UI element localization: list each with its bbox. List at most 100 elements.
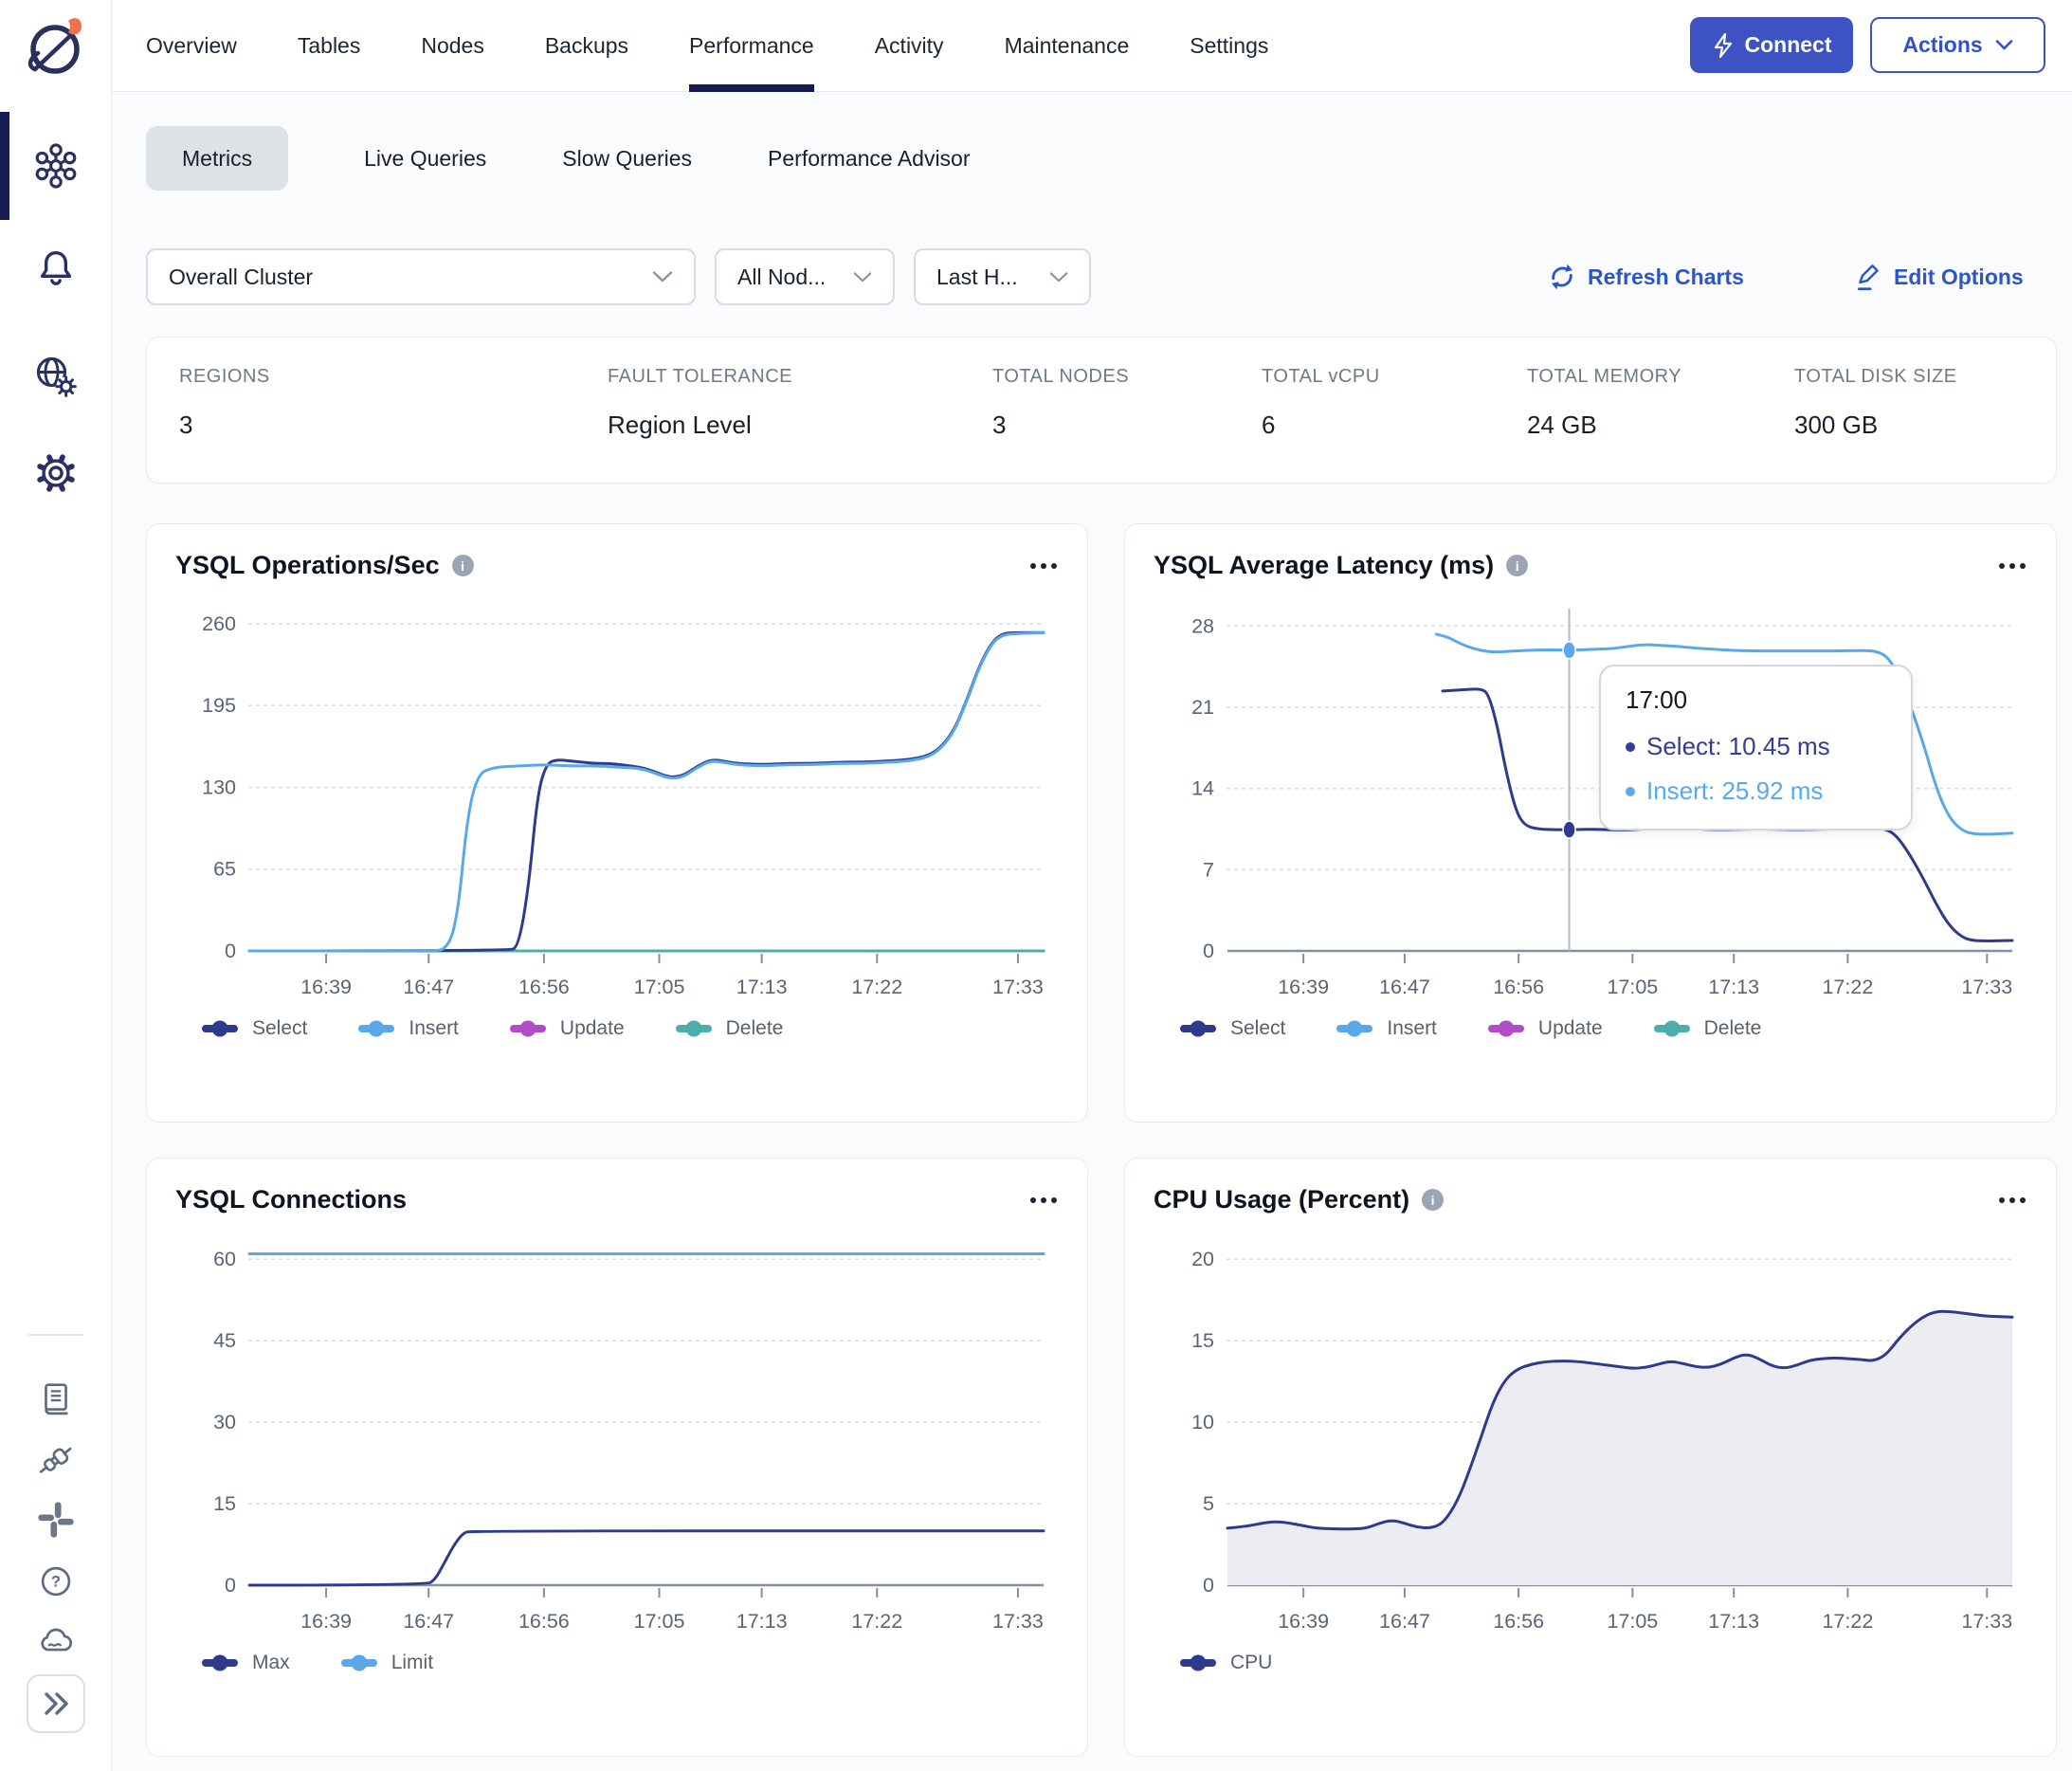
chart-card-cpu-usage: CPU Usage (Percent) i 0 5 10 15 20 16:39 16:47… <box>1124 1158 2057 1757</box>
legend-item-select[interactable]: Select <box>202 1017 307 1040</box>
info-icon[interactable]: i <box>451 555 474 576</box>
stat-value: 6 <box>1262 411 1276 439</box>
tab-tables[interactable]: Tables <box>298 0 360 92</box>
legend-item-limit[interactable]: Limit <box>340 1652 433 1674</box>
svg-text:16:47: 16:47 <box>403 976 454 998</box>
cluster-icon[interactable] <box>0 138 112 193</box>
cpu-usage-chart: 0 5 10 15 20 16:39 16:47 16:56 17:05 17:13 17:22 17… <box>1191 1248 2014 1633</box>
chart-menu-button[interactable] <box>1028 556 1059 576</box>
svg-text:17:22: 17:22 <box>1822 976 1873 998</box>
svg-text:28: 28 <box>1191 614 1214 637</box>
legend-marker <box>202 1020 238 1037</box>
legend-label: Select <box>1230 1017 1286 1039</box>
chevron-down-icon <box>1995 40 2012 50</box>
connect-button[interactable]: Connect <box>1690 17 1853 73</box>
edit-options-button[interactable]: Edit Options <box>1854 258 2024 296</box>
svg-text:195: 195 <box>202 694 236 717</box>
chart-menu-button[interactable] <box>1997 556 2027 576</box>
legend-item-update[interactable]: Update <box>509 1017 625 1040</box>
tab-maintenance[interactable]: Maintenance <box>1005 0 1130 92</box>
legend-marker <box>509 1020 546 1037</box>
sidebar-divider <box>28 1334 83 1336</box>
time-range-value: Last H... <box>936 264 1018 289</box>
svg-text:16:39: 16:39 <box>1278 1610 1329 1633</box>
slack-icon[interactable] <box>0 1492 112 1547</box>
subtab-metrics[interactable]: Metrics <box>146 126 289 191</box>
globe-gear-icon[interactable] <box>0 349 112 404</box>
sidebar: ? <box>0 0 112 1771</box>
subtab-live-queries[interactable]: Live Queries <box>364 146 486 172</box>
plug-icon[interactable] <box>0 1433 112 1488</box>
help-icon[interactable]: ? <box>0 1554 112 1609</box>
svg-text:16:39: 16:39 <box>300 976 352 998</box>
gear-icon[interactable] <box>0 446 112 501</box>
legend-label: Update <box>559 1017 625 1039</box>
tab-nodes[interactable]: Nodes <box>421 0 483 92</box>
legend-marker <box>1336 1020 1373 1037</box>
legend-item-select[interactable]: Select <box>1180 1017 1285 1040</box>
nodes-select[interactable]: All Nod... <box>715 248 895 305</box>
subtab-slow-queries[interactable]: Slow Queries <box>562 146 692 172</box>
svg-text:0: 0 <box>225 940 236 962</box>
svg-text:16:56: 16:56 <box>518 1610 570 1633</box>
tab-performance[interactable]: Performance <box>689 0 814 92</box>
svg-text:17:13: 17:13 <box>736 1610 788 1633</box>
pencil-icon <box>1858 265 1879 291</box>
subtab-performance-advisor[interactable]: Performance Advisor <box>768 146 970 172</box>
svg-text:15: 15 <box>213 1492 236 1515</box>
svg-text:15: 15 <box>1191 1329 1214 1352</box>
svg-text:17:13: 17:13 <box>1708 976 1759 998</box>
chart-legend: CPU <box>1180 1652 2027 1674</box>
legend-item-cpu[interactable]: CPU <box>1180 1652 1272 1674</box>
svg-text:14: 14 <box>1191 777 1214 800</box>
chevron-down-icon <box>652 271 673 283</box>
legend-item-delete[interactable]: Delete <box>1653 1017 1761 1040</box>
refresh-charts-button[interactable]: Refresh Charts <box>1548 258 1744 296</box>
chart-tooltip: 17:00 Select: 10.45 ms Insert: 25.92 ms <box>1599 665 1913 831</box>
yugabyte-logo[interactable] <box>21 11 89 83</box>
svg-text:0: 0 <box>1203 1574 1214 1597</box>
legend-item-insert[interactable]: Insert <box>1336 1017 1437 1040</box>
docs-icon[interactable] <box>0 1373 112 1428</box>
time-range-select[interactable]: Last H... <box>914 248 1091 305</box>
svg-text:17:33: 17:33 <box>992 976 1044 998</box>
tab-overview[interactable]: Overview <box>146 0 237 92</box>
legend-label: Insert <box>409 1017 459 1039</box>
legend-marker <box>1653 1020 1690 1037</box>
actions-button[interactable]: Actions <box>1870 17 2045 73</box>
nodes-select-value: All Nod... <box>737 264 827 289</box>
legend-item-delete[interactable]: Delete <box>675 1017 784 1040</box>
info-icon[interactable]: i <box>1422 1189 1445 1211</box>
charts-grid: YSQL Operations/Sec i 0 65 130 195 260 16:39 1… <box>146 523 2057 1757</box>
stat-total-disk-size: TOTAL DISK SIZE 300 GB <box>1794 366 2022 483</box>
chart-menu-button[interactable] <box>1997 1190 2027 1211</box>
svg-text:16:56: 16:56 <box>1493 1610 1544 1633</box>
legend-label: Update <box>1537 1017 1603 1039</box>
legend-item-insert[interactable]: Insert <box>358 1017 459 1040</box>
select-bullet <box>1626 741 1635 752</box>
svg-text:17:33: 17:33 <box>1961 1610 2012 1633</box>
edit-options-label: Edit Options <box>1894 264 2024 289</box>
tab-backups[interactable]: Backups <box>545 0 628 92</box>
svg-text:16:39: 16:39 <box>300 1610 352 1633</box>
chart-menu-button[interactable] <box>1028 1190 1059 1211</box>
stat-label: TOTAL MEMORY <box>1527 366 1682 387</box>
legend-item-update[interactable]: Update <box>1487 1017 1603 1040</box>
svg-text:45: 45 <box>213 1329 236 1352</box>
stat-value: 3 <box>992 411 1007 439</box>
cloud-icon[interactable] <box>0 1613 112 1668</box>
cluster-select[interactable]: Overall Cluster <box>146 248 696 305</box>
chart-title: CPU Usage (Percent) <box>1154 1185 1410 1214</box>
connect-label: Connect <box>1744 32 1832 57</box>
actions-label: Actions <box>1902 32 1983 57</box>
tab-activity[interactable]: Activity <box>875 0 944 92</box>
tab-settings[interactable]: Settings <box>1190 0 1268 92</box>
sidebar-expand-button[interactable] <box>27 1674 85 1733</box>
info-icon[interactable]: i <box>1506 555 1529 576</box>
svg-text:7: 7 <box>1203 858 1214 881</box>
svg-text:65: 65 <box>213 858 236 881</box>
legend-item-max[interactable]: Max <box>202 1652 290 1674</box>
legend-label: Delete <box>725 1017 784 1039</box>
stat-total-memory: TOTAL MEMORY 24 GB <box>1527 366 1794 483</box>
bell-icon[interactable] <box>0 241 112 296</box>
